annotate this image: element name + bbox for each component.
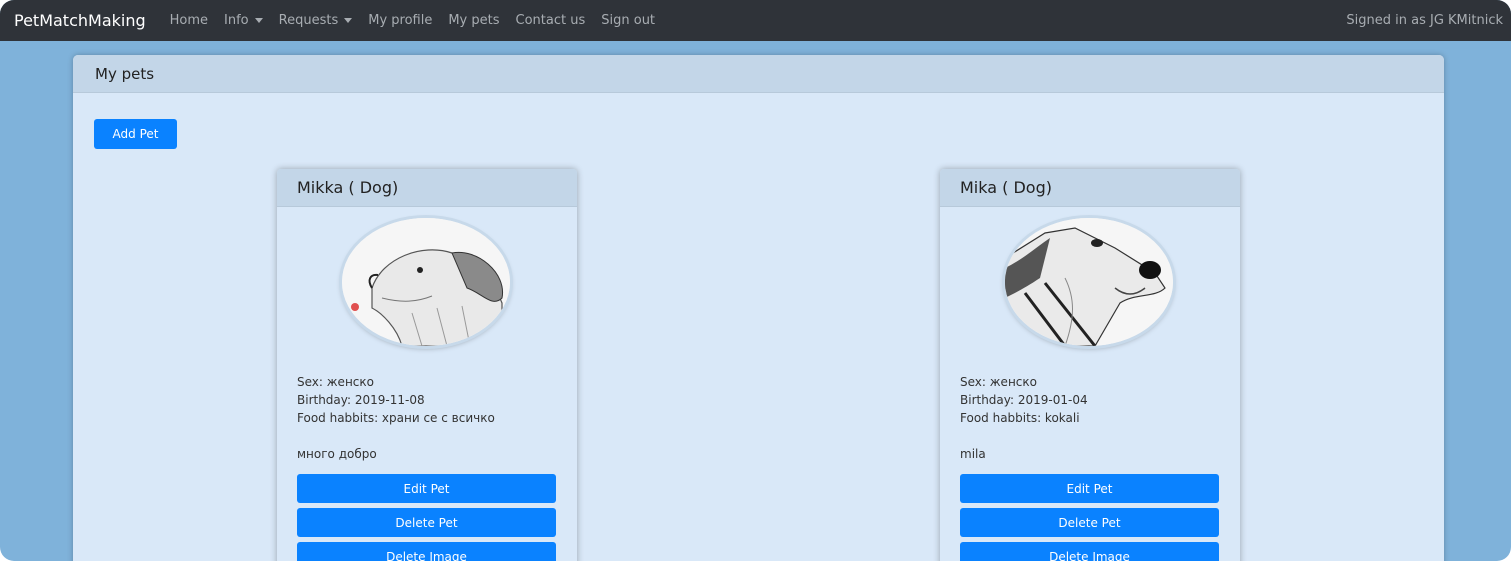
pet-card-header: Mikka ( Dog) bbox=[277, 169, 577, 207]
nav-my-pets[interactable]: My pets bbox=[448, 13, 499, 28]
pet-name: Mika ( Dog) bbox=[960, 178, 1052, 197]
brand-logo[interactable]: PetMatchMaking bbox=[14, 11, 146, 30]
pet-card: Mika ( Dog) Sex: женско Birthday: 2019-0… bbox=[940, 169, 1240, 561]
pet-food-habits: Food habbits: kokali bbox=[960, 411, 1080, 425]
delete-pet-button[interactable]: Delete Pet bbox=[960, 508, 1219, 537]
pet-description: mila bbox=[960, 447, 986, 461]
caret-down-icon bbox=[254, 18, 263, 23]
pet-name: Mikka ( Dog) bbox=[297, 178, 399, 197]
pet-birthday: Birthday: 2019-11-08 bbox=[297, 393, 425, 407]
page-title: My pets bbox=[95, 64, 155, 83]
delete-image-button[interactable]: Delete Image bbox=[960, 542, 1219, 561]
pet-birthday: Birthday: 2019-01-04 bbox=[960, 393, 1088, 407]
pet-food-habits: Food habbits: храни се с всичко bbox=[297, 411, 495, 425]
pet-description: много добро bbox=[297, 447, 377, 461]
nav-my-profile[interactable]: My profile bbox=[368, 13, 432, 28]
pet-sex: Sex: женско bbox=[960, 375, 1037, 389]
edit-pet-button[interactable]: Edit Pet bbox=[960, 474, 1219, 503]
nav-contact-us[interactable]: Contact us bbox=[516, 13, 586, 28]
add-pet-button[interactable]: Add Pet bbox=[94, 119, 177, 149]
dog-sketch-image bbox=[1005, 218, 1173, 346]
signed-in-user: Signed in as JG KMitnick bbox=[1346, 13, 1503, 28]
pet-details: Sex: женско Birthday: 2019-11-08 Food ha… bbox=[297, 373, 495, 463]
my-pets-header: My pets bbox=[73, 55, 1444, 93]
app-window: PetMatchMaking Home Info Requests My pro… bbox=[0, 0, 1511, 561]
pet-details: Sex: женско Birthday: 2019-01-04 Food ha… bbox=[960, 373, 1088, 463]
pet-card-header: Mika ( Dog) bbox=[940, 169, 1240, 207]
nav-info-label: Info bbox=[224, 13, 249, 28]
nav-sign-out[interactable]: Sign out bbox=[601, 13, 655, 28]
delete-image-button[interactable]: Delete Image bbox=[297, 542, 556, 561]
caret-down-icon bbox=[344, 18, 353, 23]
nav-requests-label: Requests bbox=[278, 13, 339, 28]
my-pets-card: My pets Add Pet Mikka ( Dog) Sex: женско… bbox=[73, 55, 1444, 561]
pet-sex: Sex: женско bbox=[297, 375, 374, 389]
pet-card: Mikka ( Dog) Sex: женско Birthday: 2019-… bbox=[277, 169, 577, 561]
pet-photo bbox=[342, 218, 510, 346]
nav-home[interactable]: Home bbox=[170, 13, 208, 28]
nav-requests[interactable]: Requests bbox=[279, 13, 353, 28]
delete-pet-button[interactable]: Delete Pet bbox=[297, 508, 556, 537]
dog-sketch-image bbox=[342, 218, 510, 346]
nav-info[interactable]: Info bbox=[224, 13, 263, 28]
pet-photo bbox=[1005, 218, 1173, 346]
edit-pet-button[interactable]: Edit Pet bbox=[297, 474, 556, 503]
top-navbar: PetMatchMaking Home Info Requests My pro… bbox=[0, 0, 1511, 41]
